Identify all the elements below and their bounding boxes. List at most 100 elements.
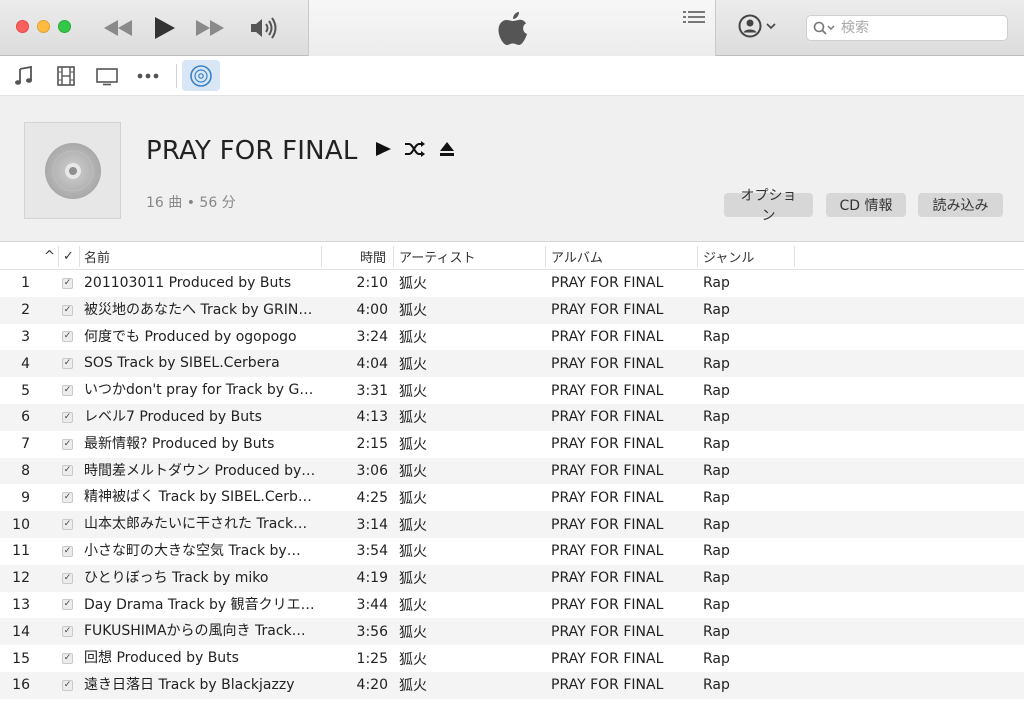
track-row[interactable]: 14 ✓ FUKUSHIMAからの風向き Track… 3:56 狐火 PRAY FOR …: [0, 618, 1024, 646]
track-name: レベル7 Produced by Buts: [84, 408, 262, 425]
column-separator: [58, 246, 59, 267]
play-album-icon[interactable]: [374, 140, 392, 158]
track-checkbox[interactable]: ✓: [62, 350, 76, 377]
track-row[interactable]: 9 ✓ 精神被ばく Track by SIBEL.Cerb… 4:25 狐火 PRAY F…: [0, 484, 1024, 511]
up-next-list-icon[interactable]: [683, 10, 705, 26]
track-album: PRAY FOR FINAL: [551, 677, 664, 694]
cd-info-button[interactable]: CD 情報: [826, 193, 906, 217]
column-check[interactable]: ✓: [63, 243, 74, 270]
track-row[interactable]: 5 ✓ いつかdon't pray for Track by G… 3:31 狐火 PRA…: [0, 377, 1024, 404]
track-number: 1: [21, 275, 30, 292]
track-name: 何度でも Produced by ogopogo: [84, 328, 297, 345]
rewind-icon: [104, 20, 132, 36]
column-genre[interactable]: ジャンル: [703, 243, 754, 270]
track-album: PRAY FOR FINAL: [551, 382, 664, 399]
checkmark-icon: ✓: [62, 545, 73, 557]
zoom-button[interactable]: [58, 20, 71, 33]
column-time[interactable]: 時間: [360, 243, 386, 270]
track-time: 1:25: [356, 650, 388, 667]
import-cd-button[interactable]: 読み込み: [918, 193, 1003, 217]
track-album: PRAY FOR FINAL: [551, 516, 664, 533]
track-row[interactable]: 8 ✓ 時間差メルトダウン Produced by… 3:06 狐火 PRAY FOR F…: [0, 457, 1024, 485]
track-checkbox[interactable]: ✓: [62, 458, 76, 485]
track-checkbox[interactable]: ✓: [62, 377, 76, 404]
account-button[interactable]: [738, 14, 776, 38]
track-checkbox[interactable]: ✓: [62, 565, 76, 592]
column-album[interactable]: アルバム: [551, 243, 603, 270]
track-checkbox[interactable]: ✓: [62, 511, 76, 538]
checkmark-icon: ✓: [62, 385, 73, 397]
search-input[interactable]: [841, 20, 991, 36]
track-genre: Rap: [703, 275, 730, 292]
sort-indicator[interactable]: ^: [44, 243, 55, 270]
track-checkbox[interactable]: ✓: [62, 297, 76, 324]
track-row[interactable]: 12 ✓ ひとりぼっち Track by miko 4:19 狐火 PRAY FOR FI…: [0, 564, 1024, 592]
track-album: PRAY FOR FINAL: [551, 328, 664, 345]
track-row[interactable]: 3 ✓ 何度でも Produced by ogopogo 3:24 狐火 PRAY FOR…: [0, 324, 1024, 351]
track-number: 3: [21, 328, 30, 345]
track-checkbox[interactable]: ✓: [62, 324, 76, 351]
track-name: 精神被ばく Track by SIBEL.Cerb…: [84, 489, 312, 506]
column-artist[interactable]: アーティスト: [399, 243, 475, 270]
track-time: 3:44: [356, 596, 388, 613]
track-checkbox[interactable]: ✓: [62, 592, 76, 619]
track-checkbox[interactable]: ✓: [62, 672, 76, 699]
eject-icon[interactable]: [438, 140, 456, 158]
track-genre: Rap: [703, 328, 730, 345]
track-row[interactable]: 2 ✓ 被災地のあなたへ Track by GRIN… 4:00 狐火 PRAY FOR …: [0, 296, 1024, 324]
user-icon: [738, 14, 762, 38]
track-checkbox[interactable]: ✓: [62, 270, 76, 297]
track-name: 時間差メルトダウン Produced by…: [84, 462, 316, 479]
track-row[interactable]: 4 ✓ SOS Track by SIBEL.Cerbera 4:04 狐火 PRAY F…: [0, 350, 1024, 378]
more-dots-icon: [137, 73, 159, 79]
play-button[interactable]: [146, 12, 182, 44]
track-checkbox[interactable]: ✓: [62, 484, 76, 511]
track-time: 4:13: [356, 409, 388, 426]
track-checkbox[interactable]: ✓: [62, 645, 76, 672]
track-artist: 狐火: [399, 329, 427, 346]
checkmark-icon: ✓: [62, 277, 73, 289]
column-name[interactable]: 名前: [84, 243, 110, 270]
checkmark-icon: ✓: [62, 599, 73, 611]
shuffle-icon[interactable]: [404, 140, 426, 158]
volume-button[interactable]: [246, 12, 282, 44]
minimize-button[interactable]: [37, 20, 50, 33]
checkmark-icon: ✓: [62, 465, 73, 477]
rewind-button[interactable]: [100, 12, 136, 44]
track-genre: Rap: [703, 677, 730, 694]
options-button[interactable]: オプション: [724, 188, 813, 224]
track-row[interactable]: 7 ✓ 最新情報? Produced by Buts 2:15 狐火 PRAY FOR F…: [0, 431, 1024, 458]
track-number: 9: [21, 489, 30, 506]
close-button[interactable]: [16, 20, 29, 33]
track-number: 8: [21, 462, 30, 479]
track-row[interactable]: 10 ✓ 山本太郎みたいに干された Track… 3:14 狐火 PRAY FOR FIN…: [0, 511, 1024, 538]
track-row[interactable]: 11 ✓ 小さな町の大きな空気 Track by… 3:54 狐火 PRAY FOR FI…: [0, 538, 1024, 565]
lcd-display: [308, 0, 716, 56]
column-separator: [794, 246, 795, 267]
track-checkbox[interactable]: ✓: [62, 538, 76, 565]
track-number: 15: [12, 650, 30, 667]
track-checkbox[interactable]: ✓: [62, 404, 76, 431]
track-time: 4:20: [356, 677, 388, 694]
more-button[interactable]: [134, 62, 162, 90]
track-checkbox[interactable]: ✓: [62, 431, 76, 458]
checkmark-icon: ✓: [62, 304, 73, 316]
cd-source-button[interactable]: [182, 60, 220, 91]
fast-forward-button[interactable]: [192, 12, 228, 44]
search-field[interactable]: [806, 15, 1008, 41]
track-row[interactable]: 13 ✓ Day Drama Track by 観音クリエ… 3:44 狐火 PRAY F…: [0, 592, 1024, 619]
music-button[interactable]: [10, 62, 38, 90]
track-row[interactable]: 16 ✓ 遠き日落日 Track by Blackjazzy 4:20 狐火 PRAY F…: [0, 671, 1024, 699]
track-time: 2:15: [356, 436, 388, 453]
track-row[interactable]: 1 ✓ 201103011 Produced by Buts 2:10 狐火 PRAY F…: [0, 270, 1024, 297]
movies-button[interactable]: [52, 62, 80, 90]
track-checkbox[interactable]: ✓: [62, 618, 76, 645]
tv-shows-button[interactable]: [93, 62, 121, 90]
track-name: 被災地のあなたへ Track by GRIN…: [84, 301, 313, 318]
album-header: PRAY FOR FINAL 16 曲 • 56 分 オプション CD 情報 読…: [0, 96, 1024, 242]
track-time: 3:54: [356, 543, 388, 560]
track-row[interactable]: 15 ✓ 回想 Produced by Buts 1:25 狐火 PRAY FOR FIN…: [0, 645, 1024, 672]
track-time: 4:00: [356, 302, 388, 319]
track-row[interactable]: 6 ✓ レベル7 Produced by Buts 4:13 狐火 PRAY FOR FI…: [0, 403, 1024, 431]
track-time: 3:24: [356, 328, 388, 345]
